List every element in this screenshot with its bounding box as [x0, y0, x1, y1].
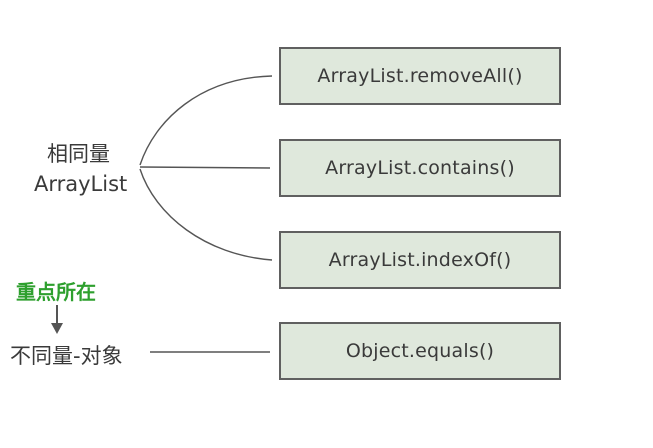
diagram-canvas: 相同量 ArrayList 重点所在 不同量-对象 ArrayList.remo… [0, 0, 653, 448]
label-arraylist: ArrayList [34, 172, 128, 196]
label-different-type-object: 不同量-对象 [10, 344, 123, 368]
connector-to-removeall [139, 75, 273, 166]
method-box-contains: ArrayList.contains() [279, 139, 561, 197]
method-box-object-equals: Object.equals() [279, 322, 561, 380]
connector-to-indexof [139, 168, 273, 261]
label-same-type: 相同量 [47, 142, 110, 166]
down-arrow-icon [51, 323, 63, 334]
connector-to-contains [139, 166, 271, 169]
label-key-point: 重点所在 [16, 280, 96, 304]
method-box-indexof: ArrayList.indexOf() [279, 231, 561, 289]
method-box-removeall: ArrayList.removeAll() [279, 47, 561, 105]
